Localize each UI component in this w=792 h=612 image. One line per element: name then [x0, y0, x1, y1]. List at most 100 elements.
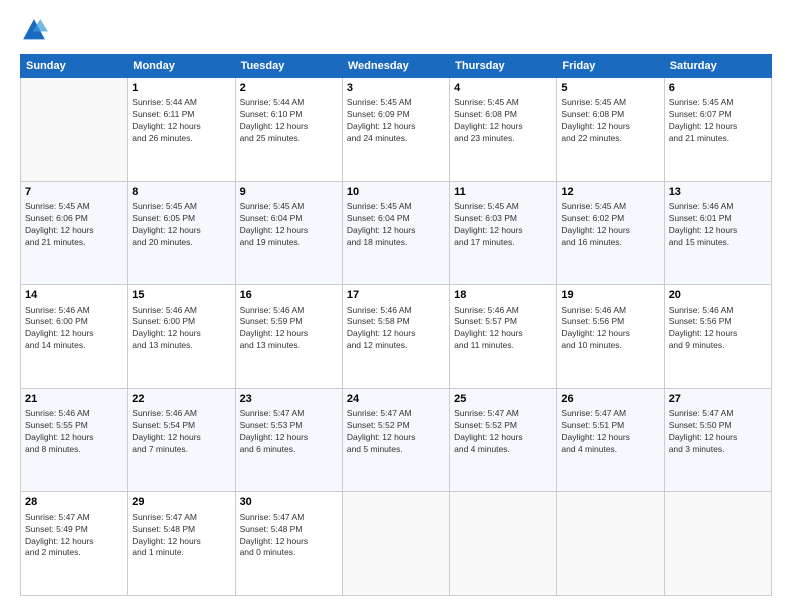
col-header-friday: Friday — [557, 55, 664, 78]
calendar-cell: 20 Sunrise: 5:46 AMSunset: 5:56 PMDayligh… — [664, 285, 771, 389]
calendar-cell: 2Sunrise: 5:44 AMSunset: 6:10 PMDaylight… — [235, 78, 342, 182]
day-number: 12 — [561, 185, 659, 200]
day-number: 5 — [561, 81, 659, 96]
day-info: Sunrise: 5:46 AMSunset: 5:54 PMDaylight:… — [132, 408, 230, 456]
day-number: 10 — [347, 185, 445, 200]
calendar-cell: 7Sunrise: 5:45 AMSunset: 6:06 PMDaylight… — [21, 181, 128, 285]
day-info: Sunrise: 5:46 AMSunset: 5:55 PMDaylight:… — [25, 408, 123, 456]
col-header-thursday: Thursday — [450, 55, 557, 78]
day-info: Sunrise: 5:46 AMSunset: 5:56 PMDaylight:… — [669, 305, 767, 353]
day-info: Sunrise: 5:47 AMSunset: 5:48 PMDaylight:… — [240, 512, 338, 560]
day-info: Sunrise: 5:45 AMSunset: 6:04 PMDaylight:… — [240, 201, 338, 249]
calendar-cell — [557, 492, 664, 596]
calendar-cell: 17 Sunrise: 5:46 AMSunset: 5:58 PMDayligh… — [342, 285, 449, 389]
calendar-week-row: 14Sunrise: 5:46 AMSunset: 6:00 PMDayligh… — [21, 285, 772, 389]
day-number: 20 — [669, 288, 767, 303]
day-number: 3 — [347, 81, 445, 96]
day-number: 27 — [669, 392, 767, 407]
calendar-cell: 26Sunrise: 5:47 AMSunset: 5:51 PMDayligh… — [557, 388, 664, 492]
calendar-cell: 25Sunrise: 5:47 AMSunset: 5:52 PMDayligh… — [450, 388, 557, 492]
day-number: 24 — [347, 392, 445, 407]
calendar-header-row: SundayMondayTuesdayWednesdayThursdayFrid… — [21, 55, 772, 78]
day-info: Sunrise: 5:45 AMSunset: 6:08 PMDaylight:… — [454, 97, 552, 145]
calendar-cell: 28 Sunrise: 5:47 AMSunset: 5:49 PMDayligh… — [21, 492, 128, 596]
day-number: 30 — [240, 495, 338, 510]
day-info: Sunrise: 5:47 AMSunset: 5:52 PMDaylight:… — [454, 408, 552, 456]
day-number: 8 — [132, 185, 230, 200]
calendar-cell: 5Sunrise: 5:45 AMSunset: 6:08 PMDaylight… — [557, 78, 664, 182]
calendar-cell — [450, 492, 557, 596]
day-info: Sunrise: 5:44 AMSunset: 6:10 PMDaylight:… — [240, 97, 338, 145]
day-info: Sunrise: 5:46 AMSunset: 5:57 PMDaylight:… — [454, 305, 552, 353]
calendar-cell: 3Sunrise: 5:45 AMSunset: 6:09 PMDaylight… — [342, 78, 449, 182]
calendar-cell: 6Sunrise: 5:45 AMSunset: 6:07 PMDaylight… — [664, 78, 771, 182]
day-number: 9 — [240, 185, 338, 200]
day-number: 26 — [561, 392, 659, 407]
day-info: Sunrise: 5:46 AMSunset: 5:58 PMDaylight:… — [347, 305, 445, 353]
col-header-wednesday: Wednesday — [342, 55, 449, 78]
calendar-cell: 12Sunrise: 5:45 AMSunset: 6:02 PMDayligh… — [557, 181, 664, 285]
calendar-week-row: 1Sunrise: 5:44 AMSunset: 6:11 PMDaylight… — [21, 78, 772, 182]
col-header-monday: Monday — [128, 55, 235, 78]
day-number: 17 — [347, 288, 445, 303]
calendar-cell: 16 Sunrise: 5:46 AMSunset: 5:59 PMDayligh… — [235, 285, 342, 389]
calendar-cell: 9Sunrise: 5:45 AMSunset: 6:04 PMDaylight… — [235, 181, 342, 285]
day-info: Sunrise: 5:45 AMSunset: 6:05 PMDaylight:… — [132, 201, 230, 249]
day-info: Sunrise: 5:44 AMSunset: 6:11 PMDaylight:… — [132, 97, 230, 145]
calendar-table: SundayMondayTuesdayWednesdayThursdayFrid… — [20, 54, 772, 596]
day-number: 25 — [454, 392, 552, 407]
col-header-tuesday: Tuesday — [235, 55, 342, 78]
day-info: Sunrise: 5:45 AMSunset: 6:08 PMDaylight:… — [561, 97, 659, 145]
day-info: Sunrise: 5:46 AMSunset: 6:00 PMDaylight:… — [25, 305, 123, 353]
calendar-cell: 19 Sunrise: 5:46 AMSunset: 5:56 PMDayligh… — [557, 285, 664, 389]
day-info: Sunrise: 5:47 AMSunset: 5:53 PMDaylight:… — [240, 408, 338, 456]
logo — [20, 16, 52, 44]
day-info: Sunrise: 5:46 AMSunset: 6:00 PMDaylight:… — [132, 305, 230, 353]
calendar-cell — [21, 78, 128, 182]
calendar-cell: 21Sunrise: 5:46 AMSunset: 5:55 PMDayligh… — [21, 388, 128, 492]
calendar-cell: 1Sunrise: 5:44 AMSunset: 6:11 PMDaylight… — [128, 78, 235, 182]
day-number: 13 — [669, 185, 767, 200]
calendar-cell: 13Sunrise: 5:46 AMSunset: 6:01 PMDayligh… — [664, 181, 771, 285]
calendar-cell — [664, 492, 771, 596]
day-number: 1 — [132, 81, 230, 96]
day-number: 16 — [240, 288, 338, 303]
day-info: Sunrise: 5:45 AMSunset: 6:09 PMDaylight:… — [347, 97, 445, 145]
day-number: 7 — [25, 185, 123, 200]
day-number: 23 — [240, 392, 338, 407]
day-number: 2 — [240, 81, 338, 96]
calendar-cell: 29Sunrise: 5:47 AMSunset: 5:48 PMDayligh… — [128, 492, 235, 596]
calendar-cell: 24Sunrise: 5:47 AMSunset: 5:52 PMDayligh… — [342, 388, 449, 492]
day-number: 4 — [454, 81, 552, 96]
calendar-cell: 10Sunrise: 5:45 AMSunset: 6:04 PMDayligh… — [342, 181, 449, 285]
day-info: Sunrise: 5:45 AMSunset: 6:07 PMDaylight:… — [669, 97, 767, 145]
day-info: Sunrise: 5:45 AMSunset: 6:04 PMDaylight:… — [347, 201, 445, 249]
day-number: 21 — [25, 392, 123, 407]
day-number: 22 — [132, 392, 230, 407]
calendar-cell: 18Sunrise: 5:46 AMSunset: 5:57 PMDayligh… — [450, 285, 557, 389]
calendar-cell: 27Sunrise: 5:47 AMSunset: 5:50 PMDayligh… — [664, 388, 771, 492]
col-header-sunday: Sunday — [21, 55, 128, 78]
calendar-cell: 15 Sunrise: 5:46 AMSunset: 6:00 PMDayligh… — [128, 285, 235, 389]
day-number: 19 — [561, 288, 659, 303]
day-info: Sunrise: 5:46 AMSunset: 5:59 PMDaylight:… — [240, 305, 338, 353]
day-number: 29 — [132, 495, 230, 510]
day-info: Sunrise: 5:46 AMSunset: 6:01 PMDaylight:… — [669, 201, 767, 249]
calendar-week-row: 7Sunrise: 5:45 AMSunset: 6:06 PMDaylight… — [21, 181, 772, 285]
calendar-cell: 30 Sunrise: 5:47 AMSunset: 5:48 PMDayligh… — [235, 492, 342, 596]
day-info: Sunrise: 5:47 AMSunset: 5:51 PMDaylight:… — [561, 408, 659, 456]
day-info: Sunrise: 5:47 AMSunset: 5:49 PMDaylight:… — [25, 512, 123, 560]
day-info: Sunrise: 5:45 AMSunset: 6:06 PMDaylight:… — [25, 201, 123, 249]
day-number: 15 — [132, 288, 230, 303]
calendar-cell: 4Sunrise: 5:45 AMSunset: 6:08 PMDaylight… — [450, 78, 557, 182]
col-header-saturday: Saturday — [664, 55, 771, 78]
day-number: 6 — [669, 81, 767, 96]
day-info: Sunrise: 5:47 AMSunset: 5:50 PMDaylight:… — [669, 408, 767, 456]
logo-icon — [20, 16, 48, 44]
day-info: Sunrise: 5:45 AMSunset: 6:02 PMDaylight:… — [561, 201, 659, 249]
day-number: 28 — [25, 495, 123, 510]
calendar-cell: 14Sunrise: 5:46 AMSunset: 6:00 PMDayligh… — [21, 285, 128, 389]
header — [20, 16, 772, 44]
page: SundayMondayTuesdayWednesdayThursdayFrid… — [0, 0, 792, 612]
day-info: Sunrise: 5:46 AMSunset: 5:56 PMDaylight:… — [561, 305, 659, 353]
